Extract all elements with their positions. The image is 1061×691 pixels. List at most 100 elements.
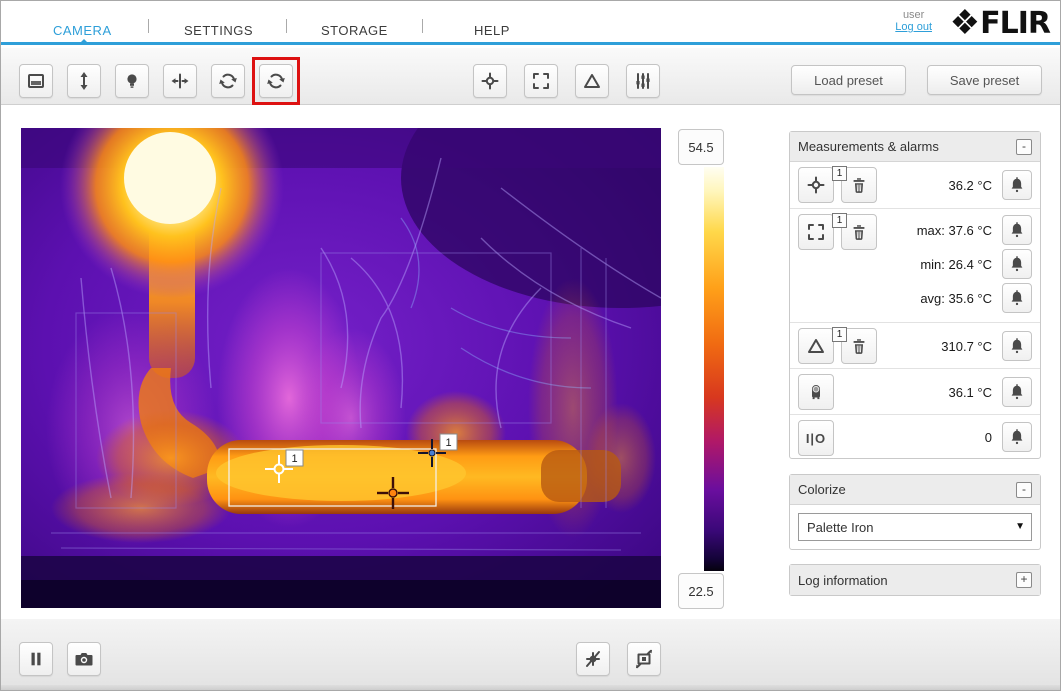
scale-max-value[interactable]: 54.5 — [678, 129, 724, 165]
box-marker-label: 1 — [445, 437, 451, 449]
split-horizontal-button[interactable] — [163, 64, 197, 98]
active-tab-indicator — [78, 39, 90, 45]
load-preset-button[interactable]: Load preset — [791, 65, 906, 95]
spot-badge: 1 — [832, 166, 847, 181]
log-panel-header: Log information + — [790, 565, 1040, 595]
box-min-value: min: 26.4 °C — [920, 256, 992, 272]
trash-icon — [853, 178, 865, 193]
split-horizontal-icon — [171, 73, 189, 89]
colorize-panel-header: Colorize - — [790, 475, 1040, 505]
user-block: user Log out — [895, 9, 932, 33]
colorize-panel: Colorize - Palette Iron ▼ — [789, 474, 1041, 550]
bell-icon — [1011, 384, 1023, 400]
delta-badge: 1 — [832, 327, 847, 342]
lamp-icon — [127, 74, 137, 88]
log-expand-button[interactable]: + — [1016, 572, 1032, 588]
top-nav: CAMERA SETTINGS STORAGE HELP user Log ou… — [1, 1, 1060, 45]
lamp-button[interactable] — [115, 64, 149, 98]
nav-tab-settings[interactable]: SETTINGS — [184, 23, 253, 38]
nav-tab-storage[interactable]: STORAGE — [321, 23, 388, 38]
measurement-row-box: 1 max: 37.6 °C min: 26.4 °C avg: 35.6 °C — [790, 208, 1040, 322]
camera-temp-value: 36.1 °C — [948, 384, 992, 400]
display-mode-icon — [28, 74, 44, 88]
box-avg-alarm-button[interactable] — [1002, 283, 1032, 313]
area-box-button[interactable] — [524, 64, 558, 98]
box-max-value: max: 37.6 °C — [916, 222, 992, 238]
delta-button[interactable] — [575, 64, 609, 98]
measurement-row-delta: 1 310.7 °C — [790, 322, 1040, 368]
chevron-down-icon: ▼ — [1015, 521, 1025, 532]
delta-icon — [584, 74, 600, 88]
measurement-row-camera-temp: 36.1 °C — [790, 368, 1040, 414]
flir-web-app: CAMERA SETTINGS STORAGE HELP user Log ou… — [0, 0, 1061, 691]
colorize-panel-title: Colorize — [798, 482, 846, 497]
display-mode-button[interactable] — [19, 64, 53, 98]
spot-meter-icon — [481, 72, 499, 90]
camera-temp-tool-button[interactable] — [798, 374, 834, 410]
box-tool-button[interactable]: 1 — [798, 213, 847, 250]
hide-overlay-button[interactable] — [576, 642, 610, 676]
nav-separator — [422, 19, 423, 33]
logout-link[interactable]: Log out — [895, 21, 932, 33]
user-name: user — [902, 9, 925, 21]
footer-bar — [1, 619, 1060, 690]
palette-scale-bar — [704, 167, 724, 571]
trash-icon — [853, 339, 865, 354]
box-min-alarm-button[interactable] — [1002, 249, 1032, 279]
spot-alarm-button[interactable] — [1002, 170, 1032, 200]
measurements-panel-header: Measurements & alarms - — [790, 132, 1040, 162]
bell-icon — [1011, 222, 1023, 238]
spot-tool-button[interactable]: 1 — [798, 166, 847, 203]
spot-meter-button[interactable] — [473, 64, 507, 98]
flir-wordmark: FLIR — [980, 5, 1051, 41]
nav-tab-camera[interactable]: CAMERA — [53, 23, 112, 38]
delta-alarm-button[interactable] — [1002, 331, 1032, 361]
nav-separator — [148, 19, 149, 33]
palette-select[interactable]: Palette Iron ▼ — [798, 513, 1032, 541]
camera-internal-temp-icon — [812, 385, 820, 400]
thermal-image: 1 1 — [21, 128, 661, 608]
area-box-icon — [533, 73, 549, 89]
nav-tab-help[interactable]: HELP — [474, 23, 510, 38]
move-vertical-icon — [80, 72, 88, 90]
snapshot-button[interactable] — [67, 642, 101, 676]
scale-min-value[interactable]: 22.5 — [678, 573, 724, 609]
hide-overlay-icon — [586, 651, 600, 667]
camera-temp-alarm-button[interactable] — [1002, 377, 1032, 407]
rotate-ccw-button[interactable] — [211, 64, 245, 98]
io-value: 0 — [984, 429, 992, 445]
area-box-icon — [808, 224, 824, 240]
spot-temp-value: 36.2 °C — [948, 177, 992, 193]
move-vertical-button[interactable] — [67, 64, 101, 98]
measurements-collapse-button[interactable]: - — [1016, 138, 1032, 155]
box-badge: 1 — [832, 213, 847, 228]
trash-icon — [853, 225, 865, 240]
sliders-button[interactable] — [626, 64, 660, 98]
resize-image-button[interactable] — [627, 642, 661, 676]
pause-stream-button[interactable] — [19, 642, 53, 676]
bell-icon — [1011, 290, 1023, 306]
log-panel: Log information + — [789, 564, 1041, 596]
digital-io-icon: I|O — [805, 430, 827, 446]
measurement-row-io: I|O 0 — [790, 414, 1040, 458]
spot-meter-icon — [807, 176, 825, 194]
delta-tool-button[interactable]: 1 — [798, 327, 847, 364]
thermal-live-view[interactable]: 1 1 — [21, 128, 661, 608]
box-max-alarm-button[interactable] — [1002, 215, 1032, 245]
delta-temp-value: 310.7 °C — [941, 338, 992, 354]
save-preset-button[interactable]: Save preset — [927, 65, 1042, 95]
rotate-cw-button[interactable] — [259, 64, 293, 98]
flir-diamond-icon: ❖ — [949, 4, 981, 42]
colorize-collapse-button[interactable]: - — [1016, 481, 1032, 498]
bell-icon — [1011, 429, 1023, 445]
flir-logo: ❖ FLIR — [949, 3, 1051, 43]
delta-icon — [808, 339, 824, 353]
io-alarm-button[interactable] — [1002, 422, 1032, 452]
palette-select-value: Palette Iron — [807, 519, 874, 535]
io-tool-button[interactable]: I|O — [798, 420, 834, 456]
bell-icon — [1011, 256, 1023, 272]
nav-separator — [286, 19, 287, 33]
rotate-ccw-icon — [219, 73, 237, 89]
bell-icon — [1011, 177, 1023, 193]
spot-marker-label: 1 — [291, 453, 297, 465]
